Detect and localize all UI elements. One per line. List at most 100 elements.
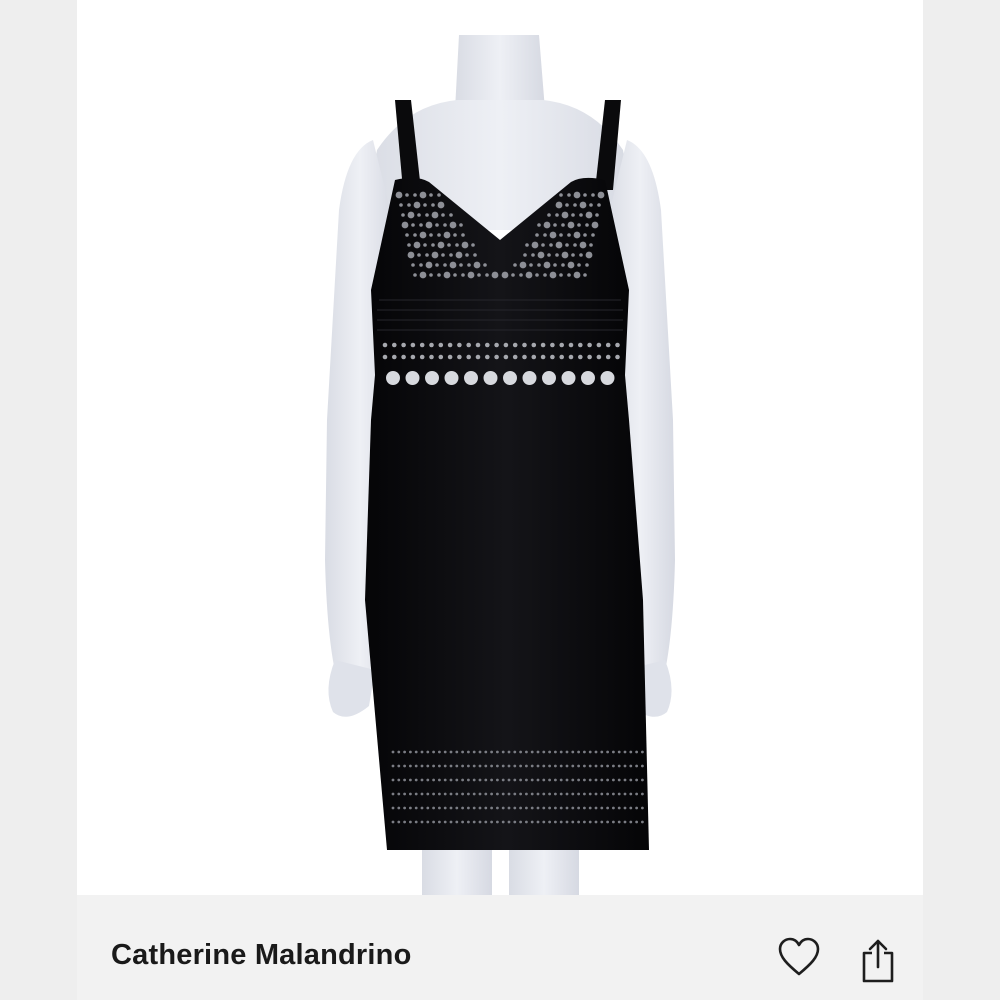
stud (583, 778, 586, 782)
stud (548, 820, 551, 824)
stud (567, 261, 575, 269)
stud (594, 792, 598, 796)
stud (391, 750, 395, 754)
stud (615, 342, 620, 348)
stud (455, 764, 459, 768)
stud (512, 342, 518, 348)
stud (549, 271, 557, 279)
stud (535, 273, 539, 277)
stud (600, 764, 604, 768)
stud (401, 354, 406, 360)
stud (577, 263, 581, 267)
stud (425, 221, 433, 229)
stud (444, 371, 459, 385)
stud (641, 764, 644, 768)
stud (449, 221, 457, 229)
stud (629, 764, 633, 768)
stud (559, 342, 564, 348)
stud (537, 251, 545, 259)
stud (641, 750, 644, 754)
stud (432, 806, 435, 810)
stud (403, 764, 406, 768)
share-icon (860, 939, 896, 988)
stud (519, 764, 522, 768)
stud (496, 792, 499, 796)
stud (542, 778, 546, 782)
stud (414, 778, 418, 782)
stud (478, 764, 482, 768)
favorite-button[interactable] (775, 935, 823, 983)
stud (579, 241, 587, 249)
stud (449, 261, 457, 269)
stud (519, 778, 522, 782)
dress-illustration (325, 35, 675, 895)
stud (594, 764, 598, 768)
stud (437, 233, 441, 237)
stud (409, 792, 412, 796)
stud (554, 792, 557, 796)
stud (555, 241, 563, 249)
stud (585, 223, 589, 227)
stud (403, 806, 406, 810)
stud (425, 253, 429, 257)
stud (635, 792, 638, 796)
stud (578, 342, 583, 348)
stud (568, 342, 574, 348)
stud (426, 820, 430, 824)
product-image[interactable] (77, 0, 923, 895)
stud (583, 233, 587, 237)
stud (583, 750, 586, 754)
stud (403, 778, 406, 782)
stud (483, 371, 498, 385)
stud (507, 764, 511, 768)
stud (461, 241, 469, 249)
stud (559, 273, 563, 277)
stud (594, 806, 598, 810)
stud (443, 231, 451, 239)
stud (449, 806, 453, 810)
stud (600, 806, 604, 810)
stud (501, 792, 505, 796)
stud (419, 191, 427, 199)
stud (531, 342, 537, 348)
stud (437, 273, 441, 277)
stud (543, 273, 547, 277)
stud (536, 806, 540, 810)
stud (477, 273, 481, 277)
stud (407, 211, 415, 219)
stud (441, 253, 445, 257)
stud (600, 371, 615, 385)
stud (606, 792, 609, 796)
stud (429, 354, 434, 360)
stud (478, 792, 482, 796)
stud (565, 778, 569, 782)
stud (386, 371, 400, 385)
stud (577, 806, 580, 810)
stud (447, 342, 453, 348)
stud (435, 263, 439, 267)
stud (494, 354, 499, 360)
stud (437, 193, 441, 197)
stud (612, 792, 615, 796)
stud (596, 342, 602, 348)
stud (467, 263, 471, 267)
stud (641, 792, 644, 796)
stud (571, 792, 575, 796)
stud (484, 750, 488, 754)
stud (496, 820, 499, 824)
stud (573, 203, 577, 207)
stud (496, 806, 499, 810)
stud (461, 820, 464, 824)
stud (391, 764, 395, 768)
stud (641, 778, 644, 782)
share-button[interactable] (854, 939, 902, 987)
stud (457, 342, 462, 348)
stud (437, 241, 445, 249)
brand-name[interactable]: Catherine Malandrino (111, 939, 412, 972)
stud (490, 778, 493, 782)
stud (461, 764, 464, 768)
stud (641, 820, 644, 824)
stud (597, 203, 601, 207)
stud (600, 778, 604, 782)
stud (542, 820, 546, 824)
